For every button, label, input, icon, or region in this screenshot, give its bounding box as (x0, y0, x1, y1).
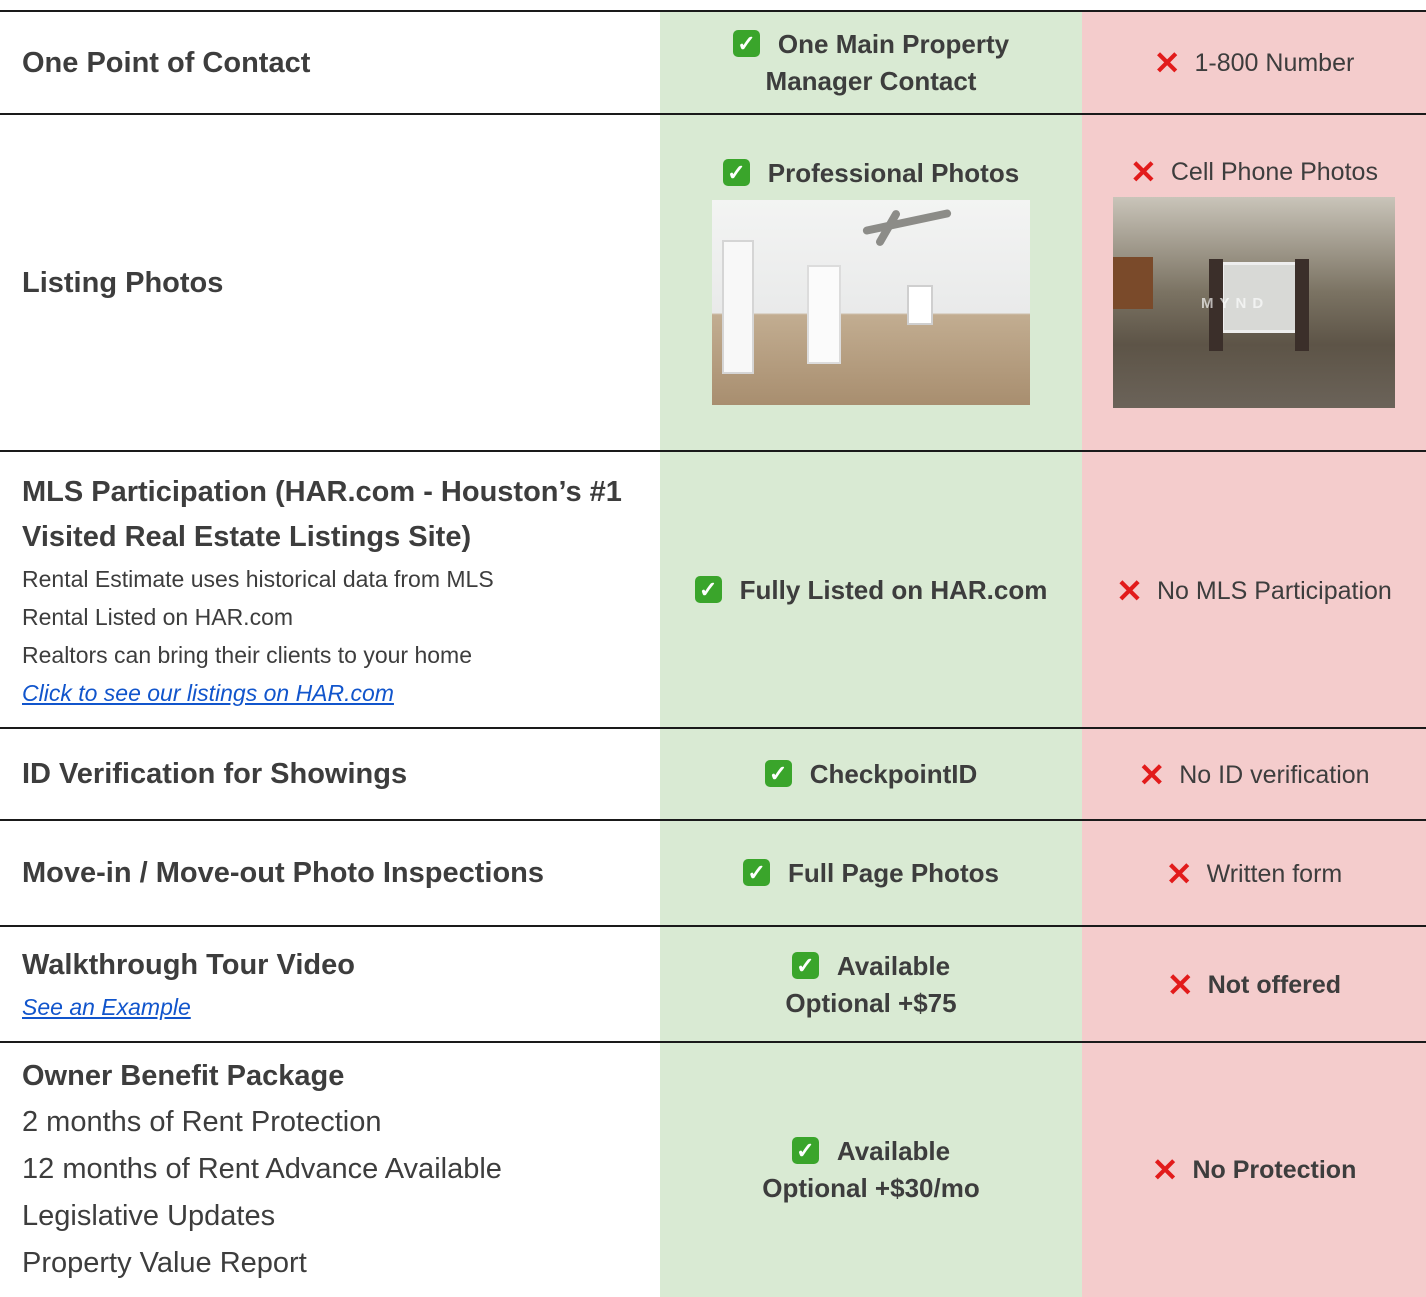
check-mark-icon: ✓ (764, 760, 792, 787)
row-subtext: Legislative Updates (22, 1199, 276, 1232)
good-cell: ✓ Available Optional +$75 (660, 927, 1082, 1042)
bad-cell: ✕ No MLS Participation (1082, 452, 1426, 729)
comparison-table: One Point of Contact ✓ One Main Property … (0, 0, 1426, 1297)
table-row: ID Verification for Showings ✓ Checkpoint… (0, 727, 1426, 820)
row-label-cell: MLS Participation (HAR.com - Houston’s #… (0, 452, 660, 729)
check-mark-icon: ✓ (694, 576, 722, 603)
cross-mark-icon: ✕ (1130, 154, 1157, 190)
bad-cell: ✕ Cell Phone Photos MYND (1082, 115, 1426, 451)
good-text: One Main Property (777, 29, 1010, 59)
good-text: Professional Photos (767, 158, 1020, 188)
row-label-cell: Owner Benefit Package 2 months of Rent P… (0, 1043, 660, 1297)
row-label-cell: Walkthrough Tour Video See an Example (0, 927, 660, 1042)
good-text: Available (836, 1136, 951, 1166)
good-cell: ✓ Professional Photos (660, 115, 1082, 451)
bad-text: No ID verification (1179, 760, 1370, 789)
row-subtext: Property Value Report (22, 1246, 307, 1279)
table-row: Listing Photos ✓ Professional Photos ✕ Cel… (0, 113, 1426, 451)
row-subtext: Rental Estimate uses historical data fro… (22, 565, 494, 592)
check-mark-icon: ✓ (722, 159, 750, 186)
row-label-cell: ID Verification for Showings (0, 729, 660, 820)
row-subtext: Rental Listed on HAR.com (22, 603, 294, 630)
bad-cell: ✕ No Protection (1082, 1043, 1426, 1297)
bad-text: Cell Phone Photos (1170, 158, 1378, 186)
photo-watermark: MYND (1201, 295, 1270, 312)
cross-mark-icon: ✕ (1116, 572, 1143, 609)
good-text: Optional +$75 (785, 987, 957, 1018)
bad-text: No MLS Participation (1156, 576, 1392, 605)
professional-photo (712, 200, 1030, 405)
bad-cell: ✕ No ID verification (1082, 729, 1426, 820)
good-text: Optional +$30/mo (762, 1173, 980, 1203)
row-title: MLS Participation (HAR.com - Houston’s #… (22, 475, 622, 553)
good-text: Manager Contact (765, 66, 977, 96)
example-video-link[interactable]: See an Example (22, 994, 191, 1020)
check-mark-icon: ✓ (743, 859, 771, 886)
table-row: MLS Participation (HAR.com - Houston’s #… (0, 450, 1426, 729)
good-text: Full Page Photos (788, 858, 999, 888)
row-title: Move-in / Move-out Photo Inspections (22, 857, 544, 889)
row-label-cell: One Point of Contact (0, 12, 660, 114)
bad-text: Not offered (1207, 970, 1342, 999)
cross-mark-icon: ✕ (1138, 756, 1166, 793)
bad-cell: ✕ Written form (1082, 821, 1426, 926)
row-subtext: Realtors can bring their clients to your… (22, 641, 472, 668)
bad-text: 1-800 Number (1194, 49, 1355, 77)
row-title: Walkthrough Tour Video (22, 949, 355, 981)
table-row: Owner Benefit Package 2 months of Rent P… (0, 1041, 1426, 1297)
table-row: One Point of Contact ✓ One Main Property … (0, 10, 1426, 114)
cross-mark-icon: ✕ (1166, 966, 1194, 1003)
row-label-cell: Move-in / Move-out Photo Inspections (0, 821, 660, 926)
check-mark-icon: ✓ (791, 951, 819, 979)
check-mark-icon: ✓ (791, 1137, 819, 1164)
table-row: Walkthrough Tour Video See an Example ✓ A… (0, 925, 1426, 1042)
cross-mark-icon: ✕ (1151, 1152, 1179, 1188)
good-text: Fully Listed on HAR.com (739, 575, 1048, 605)
table-row: Move-in / Move-out Photo Inspections ✓ Fu… (0, 819, 1426, 926)
row-subtext: 2 months of Rent Protection (22, 1105, 382, 1138)
bad-text: Written form (1206, 859, 1343, 888)
bad-text: No Protection (1192, 1156, 1357, 1184)
good-cell: ✓ CheckpointID (660, 729, 1082, 820)
good-cell: ✓ Available Optional +$30/mo (660, 1043, 1082, 1297)
good-text: CheckpointID (809, 759, 978, 789)
good-text: Available (836, 950, 951, 981)
row-title: One Point of Contact (22, 46, 311, 79)
har-listings-link[interactable]: Click to see our listings on HAR.com (22, 680, 394, 706)
bad-cell: ✕ 1-800 Number (1082, 12, 1426, 114)
row-title: Owner Benefit Package (22, 1059, 345, 1092)
row-label-cell: Listing Photos (0, 115, 660, 451)
row-subtext: 12 months of Rent Advance Available (22, 1152, 502, 1185)
good-cell: ✓ Fully Listed on HAR.com (660, 452, 1082, 729)
row-title: Listing Photos (22, 266, 224, 299)
row-title: ID Verification for Showings (22, 758, 408, 790)
bad-cell: ✕ Not offered (1082, 927, 1426, 1042)
check-mark-icon: ✓ (732, 30, 760, 57)
cross-mark-icon: ✕ (1165, 855, 1193, 892)
good-cell: ✓ Full Page Photos (660, 821, 1082, 926)
good-cell: ✓ One Main Property Manager Contact (660, 12, 1082, 114)
cross-mark-icon: ✕ (1153, 45, 1181, 81)
cell-phone-photo: MYND (1113, 197, 1395, 408)
